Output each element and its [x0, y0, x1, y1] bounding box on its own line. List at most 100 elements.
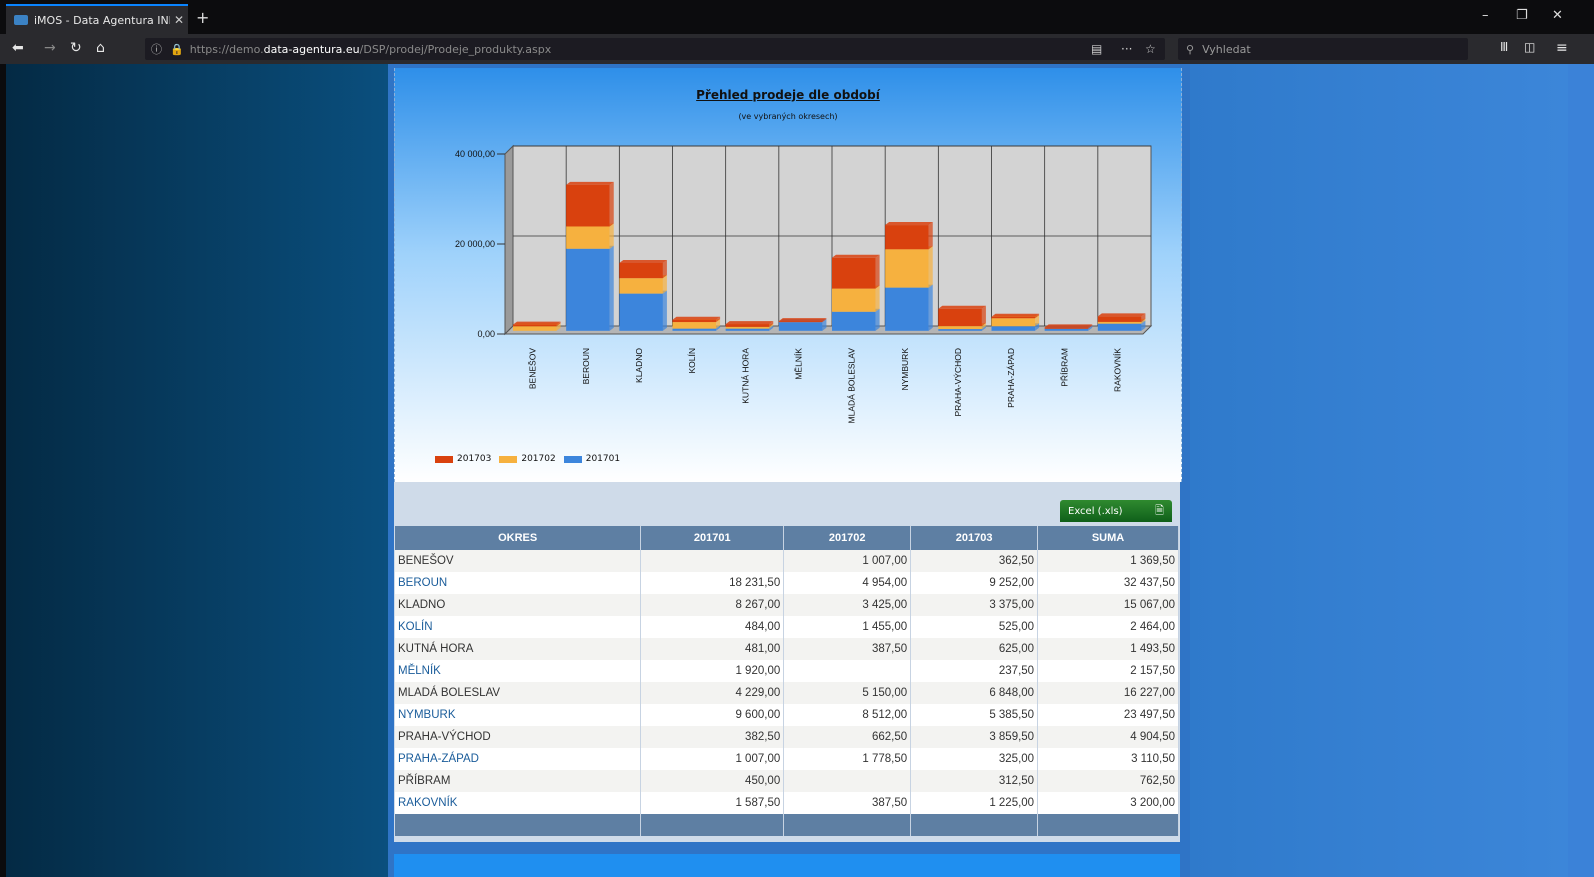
y-tick-label: 20 000,00 — [455, 239, 495, 249]
favicon-icon — [14, 15, 28, 25]
column-header-suma[interactable]: SUMA — [1037, 526, 1179, 550]
search-input[interactable]: ⚲ Vyhledat — [1178, 38, 1468, 60]
bar-segment — [672, 319, 717, 323]
bar-segment — [1044, 327, 1089, 329]
page-actions-icon[interactable]: ··· — [1121, 42, 1132, 56]
footer-cell — [395, 814, 642, 836]
table-row: KUTNÁ HORA 481,00 387,50 625,00 1 493,50 — [395, 638, 1179, 660]
value-cell: 3 110,50 — [1037, 748, 1179, 770]
close-window-icon[interactable]: ✕ — [1552, 8, 1563, 23]
reload-icon[interactable]: ↻ — [70, 40, 82, 56]
value-cell: 1 225,00 — [910, 792, 1039, 814]
value-cell: 8 267,00 — [640, 594, 785, 616]
reader-view-icon[interactable]: ▤ — [1091, 42, 1102, 56]
bar-segment — [991, 316, 1036, 319]
bar-segment — [1044, 328, 1089, 331]
bar-segment — [619, 262, 663, 279]
value-cell: 312,50 — [910, 770, 1039, 792]
bar-segment-side — [662, 259, 667, 279]
bar-segment — [938, 308, 982, 327]
bar-segment — [512, 324, 557, 327]
value-cell: 762,50 — [1037, 770, 1179, 792]
table-row: MĚLNÍK 1 920,00 237,50 2 157,50 — [395, 660, 1179, 682]
menu-icon[interactable]: ≡ — [1556, 40, 1568, 56]
bar-segment — [725, 326, 770, 329]
value-cell: 2 464,00 — [1037, 616, 1179, 638]
forward-icon[interactable]: → — [44, 40, 56, 56]
bar-segment-top — [725, 321, 774, 325]
district-cell[interactable]: MĚLNÍK — [395, 660, 642, 682]
value-cell: 16 227,00 — [1037, 682, 1179, 704]
x-tick-label: NYMBURK — [900, 348, 910, 391]
bar-segment-top — [1044, 324, 1093, 328]
column-header-201701[interactable]: 201701 — [640, 526, 785, 550]
district-cell[interactable]: NYMBURK — [395, 704, 642, 726]
table-row: BENEŠOV 1 007,00 362,50 1 369,50 — [395, 550, 1179, 572]
bar-segment-top — [512, 321, 561, 325]
district-cell[interactable]: KOLÍN — [395, 616, 642, 638]
library-icon[interactable]: Ⅲ — [1500, 40, 1508, 54]
sidebar-icon[interactable]: ◫ — [1524, 40, 1535, 54]
legend-swatch — [435, 455, 453, 463]
close-tab-icon[interactable]: ✕ — [170, 13, 188, 27]
value-cell — [640, 550, 785, 572]
value-cell: 387,50 — [783, 792, 912, 814]
value-cell: 4 954,00 — [783, 572, 912, 594]
value-cell: 387,50 — [783, 638, 912, 660]
district-cell[interactable]: BEROUN — [395, 572, 642, 594]
minimize-icon[interactable]: – — [1482, 8, 1489, 23]
restore-icon[interactable]: ❐ — [1516, 8, 1528, 23]
table-row: KOLÍN 484,00 1 455,00 525,00 2 464,00 — [395, 616, 1179, 638]
bar-segment — [831, 288, 876, 312]
column-header-okres[interactable]: OKRES — [395, 526, 642, 550]
bar-segment — [566, 184, 610, 227]
column-header-201703[interactable]: 201703 — [910, 526, 1039, 550]
y-tick-label: 0,00 — [477, 329, 495, 339]
page-viewport: Přehled prodeje dle období (ve vybraných… — [0, 64, 1594, 877]
bar-segment-top — [1097, 313, 1146, 317]
x-tick-label: BEROUN — [581, 348, 591, 384]
bar-segment — [778, 321, 823, 323]
bar-segment-side — [875, 308, 880, 331]
x-tick-label: KUTNÁ HORA — [740, 348, 750, 404]
bar-segment-side — [609, 245, 614, 331]
url-bar[interactable]: ⓘ 🔒 https://demo. data-agentura.eu/DSP/pr… — [145, 38, 1165, 60]
district-cell[interactable]: PRAHA-ZÁPAD — [395, 748, 642, 770]
browser-tab[interactable]: iMOS - Data Agentura INFOPH ✕ — [6, 4, 188, 34]
bar-segment — [778, 322, 823, 331]
value-cell: 450,00 — [640, 770, 785, 792]
bar-segment-top — [938, 305, 986, 309]
info-icon[interactable]: ⓘ — [151, 41, 162, 57]
bookmark-star-icon[interactable]: ☆ — [1145, 42, 1156, 56]
x-tick-label: KOLÍN — [687, 348, 697, 374]
lock-icon: 🔒 — [170, 42, 184, 56]
bar-segment — [566, 248, 610, 331]
legend-swatch — [563, 455, 582, 463]
value-cell: 1 778,50 — [783, 748, 912, 770]
bar-segment — [991, 318, 1036, 327]
back-icon[interactable]: ⬅ — [12, 40, 24, 56]
excel-export-button[interactable]: Excel (.xls) 🗎 — [1060, 500, 1172, 522]
value-cell: 32 437,50 — [1037, 572, 1179, 594]
legend-label: 201701 — [585, 454, 621, 464]
district-cell: PRAHA-VÝCHOD — [395, 726, 642, 748]
new-tab-button[interactable]: + — [196, 8, 209, 27]
bar-segment-top — [831, 254, 880, 258]
value-cell: 525,00 — [910, 616, 1039, 638]
column-header-201702[interactable]: 201702 — [783, 526, 912, 550]
bar-segment — [725, 328, 770, 331]
home-icon[interactable]: ⌂ — [96, 40, 105, 56]
bar-segment — [619, 293, 663, 331]
bar-segment-top — [672, 316, 721, 320]
bar-segment-side — [875, 254, 880, 289]
bar-segment-side — [928, 246, 933, 288]
district-cell: KUTNÁ HORA — [395, 638, 642, 660]
legend-label: 201703 — [457, 454, 492, 464]
page-scrollbar[interactable] — [1568, 64, 1594, 877]
value-cell: 15 067,00 — [1037, 594, 1179, 616]
district-cell[interactable]: RAKOVNÍK — [395, 792, 642, 814]
x-tick-label: PRAHA-ZÁPAD — [1006, 348, 1016, 408]
value-cell: 2 157,50 — [1037, 660, 1179, 682]
value-cell: 23 497,50 — [1037, 704, 1179, 726]
table-row: PRAHA-VÝCHOD 382,50 662,50 3 859,50 4 904,50 — [395, 726, 1179, 748]
